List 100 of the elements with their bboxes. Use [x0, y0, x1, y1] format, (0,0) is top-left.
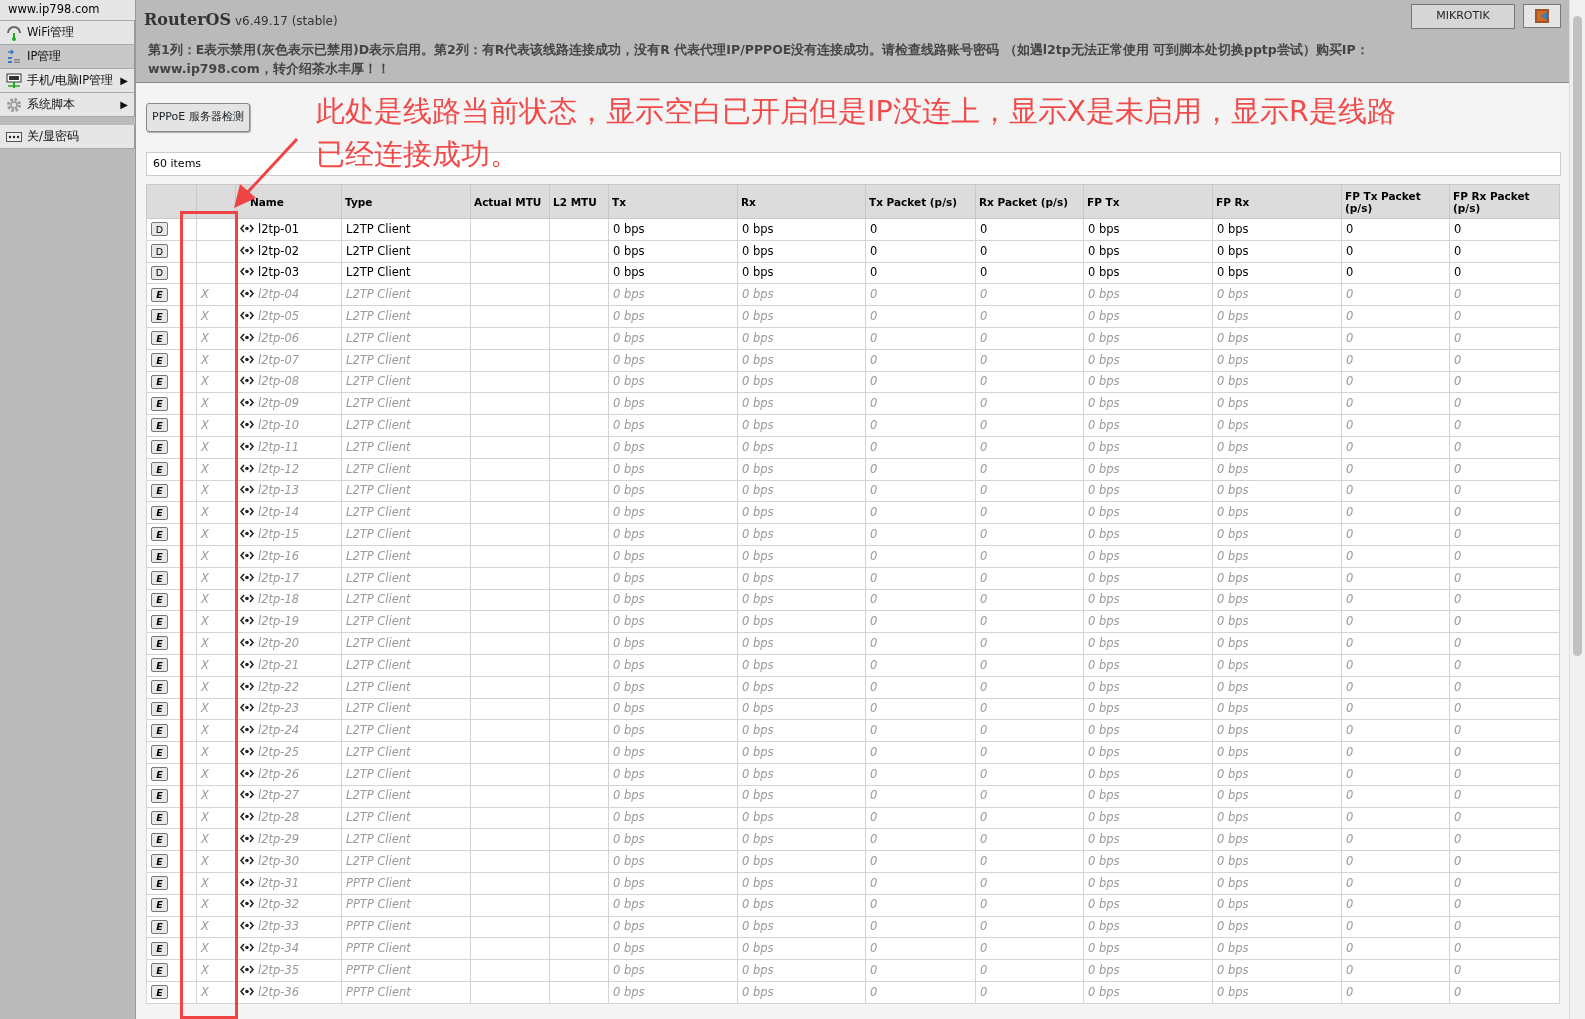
status-text: X: [201, 396, 209, 411]
logout-button[interactable]: [1523, 4, 1561, 28]
table-cell: 0 bps: [1083, 436, 1213, 459]
interface-name: l2tp-27: [258, 788, 300, 803]
interface-icon: [240, 267, 254, 277]
table-cell: 0 bps: [1212, 240, 1342, 263]
table-cell: PPTP Client: [341, 937, 471, 960]
disable-button[interactable]: D: [151, 222, 168, 237]
table-cell: 0: [975, 741, 1084, 764]
table-cell: 0 bps: [737, 501, 866, 524]
table-cell: 0: [975, 632, 1084, 655]
disable-button[interactable]: D: [151, 265, 168, 280]
menu-item[interactable]: IP管理: [0, 45, 135, 69]
table-cell: 0: [975, 567, 1084, 590]
table-cell: 0: [975, 545, 1084, 568]
table-cell: 0: [975, 676, 1084, 699]
table-cell: 0: [1449, 676, 1560, 699]
status-text: X: [201, 570, 209, 585]
table-cell: 0 bps: [1212, 218, 1342, 241]
table-cell: 0 bps: [1083, 785, 1213, 807]
scrollbar[interactable]: [1569, 0, 1585, 1019]
table-cell: 0 bps: [608, 785, 738, 807]
table-cell: 0: [1341, 392, 1450, 415]
status-text: X: [201, 439, 209, 454]
wifi-icon: [6, 24, 22, 41]
table-cell: 0 bps: [1212, 414, 1342, 437]
table-cell: 0 bps: [1083, 763, 1213, 786]
interface-icon: [240, 572, 254, 582]
scrollbar-thumb[interactable]: [1573, 16, 1582, 656]
table-cell: 0: [1341, 480, 1450, 502]
table-cell: 0 bps: [1212, 392, 1342, 415]
table-cell: 0: [1341, 763, 1450, 786]
table-cell: 0: [865, 240, 976, 263]
table-cell: 0: [1341, 632, 1450, 655]
table-cell: 0 bps: [737, 916, 866, 938]
status-text: X: [201, 766, 209, 781]
table-cell: L2TP Client: [341, 610, 471, 633]
table-cell: 0: [865, 458, 976, 481]
table-cell: 0 bps: [1212, 305, 1342, 328]
user-button[interactable]: MIKROTIK: [1411, 4, 1515, 29]
interface-name: l2tp-16: [258, 548, 300, 563]
table-cell: 0: [975, 480, 1084, 502]
table-cell: 0 bps: [1083, 240, 1213, 263]
table-cell: 0: [1449, 501, 1560, 524]
interface-icon: [240, 245, 254, 255]
pppoe-check-button[interactable]: PPPoE 服务器检测: [146, 103, 250, 132]
table-cell: 0 bps: [1083, 262, 1213, 284]
exit-icon: [1534, 8, 1550, 24]
table-cell: 0: [975, 937, 1084, 960]
table-cell: 0: [1341, 916, 1450, 938]
table-cell: 0 bps: [608, 676, 738, 699]
table-cell: 0 bps: [608, 349, 738, 372]
table-cell: 0: [865, 632, 976, 655]
table-cell: 0: [865, 392, 976, 415]
table-cell: 0: [865, 981, 976, 1004]
table-cell: 0: [1449, 937, 1560, 960]
status-text: X: [201, 810, 209, 825]
table-cell: 0 bps: [608, 807, 738, 829]
table-cell: 0: [1341, 523, 1450, 546]
table-cell: 0 bps: [737, 719, 866, 742]
table-cell: L2TP Client: [341, 327, 471, 350]
table-cell: 0: [1449, 458, 1560, 481]
table-cell: 0 bps: [1083, 392, 1213, 415]
table-cell: L2TP Client: [341, 654, 471, 677]
interface-icon: [240, 463, 254, 473]
table-cell: 0 bps: [1212, 567, 1342, 590]
table-cell: 0 bps: [608, 567, 738, 590]
interface-icon: [240, 441, 254, 451]
menu-item[interactable]: WiFi管理: [0, 21, 135, 45]
table-cell: 0: [975, 218, 1084, 241]
column-header: L2 MTU: [549, 184, 609, 219]
table-cell: PPTP Client: [341, 872, 471, 895]
disable-button[interactable]: D: [151, 244, 168, 259]
table-cell: L2TP Client: [341, 283, 471, 306]
table-cell: 0 bps: [1083, 458, 1213, 481]
table-cell: 0 bps: [737, 305, 866, 328]
table-cell: 0: [975, 894, 1084, 916]
interface-name: l2tp-25: [258, 744, 300, 759]
table-cell: 0: [975, 959, 1084, 982]
interface-icon: [240, 746, 254, 756]
table-cell: L2TP Client: [341, 349, 471, 372]
table-cell: 0 bps: [1083, 807, 1213, 829]
table-cell: 0 bps: [608, 262, 738, 284]
menu-item[interactable]: 关/显密码: [0, 125, 135, 149]
table-cell: 0: [865, 785, 976, 807]
table-cell: 0: [1449, 240, 1560, 263]
column-header: FP Tx: [1083, 184, 1213, 219]
status-text: X: [201, 962, 209, 977]
interface-name: l2tp-09: [258, 396, 300, 411]
menu-item[interactable]: 手机/电脑IP管理 ▶: [0, 69, 135, 93]
table-cell: PPTP Client: [341, 894, 471, 916]
table-cell: 0 bps: [737, 589, 866, 611]
table-cell: 0: [1449, 436, 1560, 459]
table-cell: 0 bps: [1083, 305, 1213, 328]
menu-item[interactable]: 系统脚本 ▶: [0, 93, 135, 117]
status-text: X: [201, 592, 209, 607]
table-cell: 0 bps: [1212, 785, 1342, 807]
interface-icon: [240, 986, 254, 996]
table-cell: 0: [975, 283, 1084, 306]
status-text: X: [201, 548, 209, 563]
